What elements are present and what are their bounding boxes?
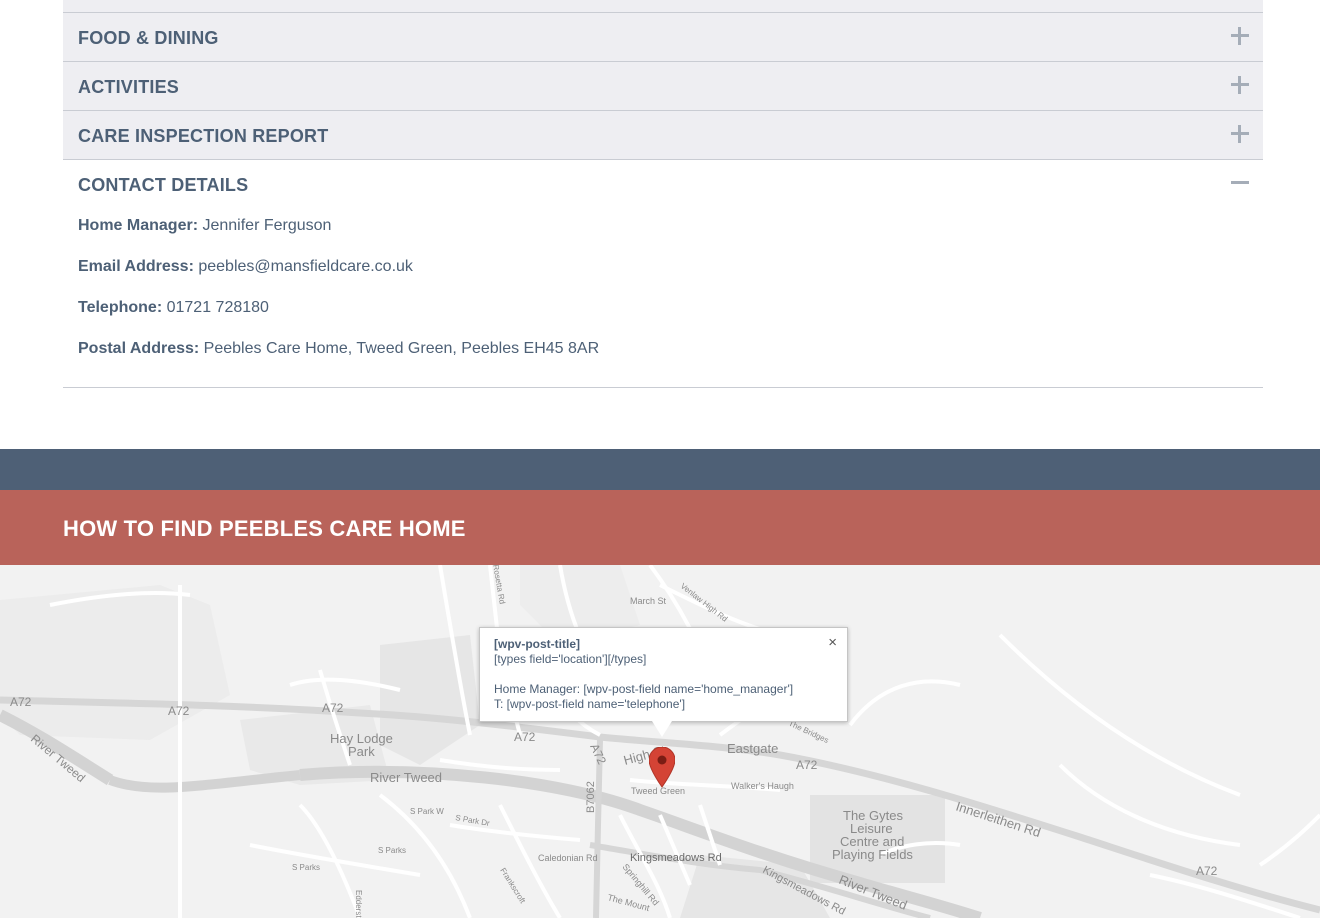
map-canvas[interactable]: A72 A72 A72 A72 A72 A72 A72 Hay Lodge Pa… — [0, 565, 1320, 918]
map-label-road: A72 — [1196, 864, 1218, 878]
map-label-place: Playing Fields — [832, 847, 913, 862]
map-label-river: River Tweed — [370, 770, 442, 785]
accordion-previous-item-edge[interactable] — [63, 0, 1263, 13]
map-label-road: A72 — [514, 730, 536, 744]
accordion-item-label: CONTACT DETAILS — [78, 175, 249, 195]
section-divider-band — [0, 449, 1320, 490]
accordion-item-contact-details: CONTACT DETAILS Home Manager: Jennifer F… — [63, 160, 1263, 388]
close-icon[interactable]: × — [828, 635, 837, 650]
home-manager-value: Jennifer Ferguson — [202, 217, 332, 234]
map-label-road: A72 — [168, 704, 190, 718]
accordion-header-contact-details[interactable]: CONTACT DETAILS — [63, 160, 1263, 209]
map-label-road: Kingsmeadows Rd — [630, 852, 722, 864]
accordion-item-activities[interactable]: ACTIVITIES — [63, 62, 1263, 111]
email-label: Email Address: — [78, 258, 194, 275]
info-window-location: [types field='location'][/types] — [494, 652, 647, 666]
accordion-item-care-inspection-report[interactable]: CARE INSPECTION REPORT — [63, 111, 1263, 160]
map-label-road: Caledonian Rd — [538, 853, 598, 863]
map-label-road: S Parks — [292, 863, 320, 872]
map-label-road: A72 — [587, 741, 609, 767]
map-label-road: Frankscroft — [498, 866, 527, 905]
email-row: Email Address: peebles@mansfieldcare.co.… — [78, 258, 413, 276]
map-label-place: Park — [348, 744, 375, 759]
map-label-road: Eastgate — [727, 741, 778, 756]
find-section-header: HOW TO FIND PEEBLES CARE HOME — [0, 490, 1320, 565]
info-window-telephone: T: [wpv-post-field name='telephone'] — [494, 697, 686, 711]
find-section-heading: HOW TO FIND PEEBLES CARE HOME — [63, 516, 466, 541]
telephone-label: Telephone: — [78, 299, 163, 316]
map-label-road: S Park W — [410, 807, 444, 816]
telephone-row: Telephone: 01721 728180 — [78, 299, 269, 317]
accordion-item-label: ACTIVITIES — [78, 77, 180, 97]
map-label-road: Walker's Haugh — [731, 781, 794, 791]
email-link[interactable]: peebles@mansfieldcare.co.uk — [198, 258, 413, 275]
map-label-road: B7062 — [585, 781, 597, 813]
map-river-tweed-segment — [108, 770, 301, 793]
map-area-park — [0, 585, 230, 740]
map-label-road: March St — [630, 596, 667, 606]
accordion: FOOD & DINING ACTIVITIES CARE INSPECTION… — [63, 0, 1263, 388]
info-window-title: [wpv-post-title] — [494, 637, 580, 651]
info-window-manager: Home Manager: [wpv-post-field name='home… — [494, 682, 794, 696]
map-label-road: Venlaw High Rd — [679, 581, 729, 623]
postal-address-label: Postal Address: — [78, 340, 200, 357]
map-info-window: [wpv-post-title] [types field='location'… — [479, 627, 848, 722]
accordion-item-label: FOOD & DINING — [78, 28, 219, 48]
map-label-road: S Parks — [378, 846, 406, 855]
map-label-road: The Bridges — [787, 719, 830, 745]
map-marker-icon[interactable] — [649, 747, 675, 791]
home-manager-row: Home Manager: Jennifer Ferguson — [78, 217, 331, 235]
telephone-value: 01721 728180 — [166, 299, 269, 316]
accordion-item-label: CARE INSPECTION REPORT — [78, 126, 329, 146]
map-label-road: A72 — [10, 695, 32, 709]
plus-icon[interactable] — [1231, 27, 1249, 45]
info-window-pointer — [652, 721, 672, 737]
plus-icon[interactable] — [1231, 76, 1249, 94]
map-label-road: Edderston — [354, 890, 363, 918]
home-manager-label: Home Manager: — [78, 217, 199, 234]
map-label-road: A72 — [322, 701, 344, 715]
accordion-item-food-dining[interactable]: FOOD & DINING — [63, 13, 1263, 62]
minus-icon[interactable] — [1231, 174, 1249, 192]
postal-address-row: Postal Address: Peebles Care Home, Tweed… — [78, 340, 599, 358]
map-label-road: A72 — [796, 758, 818, 772]
postal-address-value: Peebles Care Home, Tweed Green, Peebles … — [203, 340, 600, 357]
map-road-b7062 — [593, 739, 603, 918]
plus-icon[interactable] — [1231, 125, 1249, 143]
map[interactable]: A72 A72 A72 A72 A72 A72 A72 Hay Lodge Pa… — [0, 565, 1320, 918]
